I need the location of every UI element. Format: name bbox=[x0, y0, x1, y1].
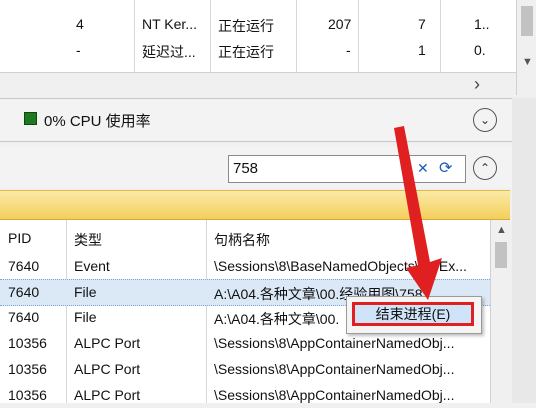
arrow-icon bbox=[394, 126, 442, 300]
red-arrow-annotation bbox=[394, 126, 442, 300]
